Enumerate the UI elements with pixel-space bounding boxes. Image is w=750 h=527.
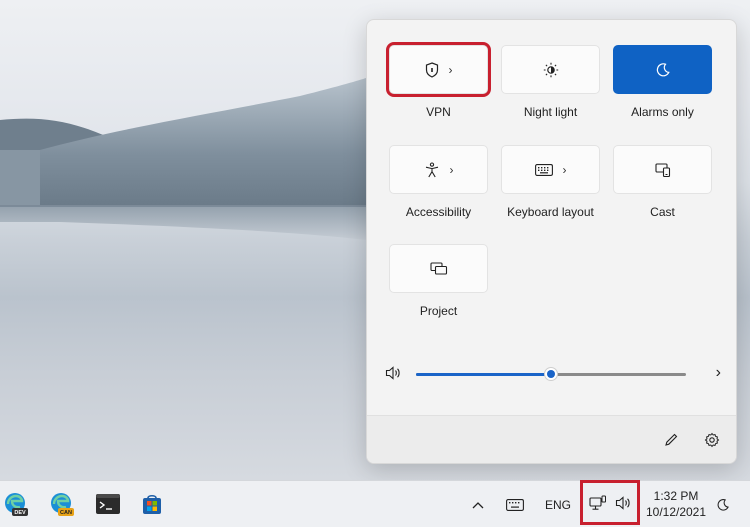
accessibility-tile-button[interactable]: › <box>389 145 488 194</box>
tile-label: Keyboard layout <box>507 205 594 219</box>
edge-canary-app-button[interactable]: CAN <box>48 490 76 518</box>
tile-cast-wrap: Cast <box>613 145 712 219</box>
focus-assist-button[interactable] <box>712 481 734 527</box>
network-volume-tray-button[interactable] <box>580 480 640 525</box>
language-indicator: ENG <box>544 497 571 512</box>
clock-time: 1:32 PM <box>653 489 699 503</box>
store-icon <box>143 494 161 514</box>
tile-label: VPN <box>426 105 451 119</box>
settings-button[interactable] <box>702 430 722 450</box>
app-badge: CAN <box>60 510 72 516</box>
tile-label: Accessibility <box>405 205 472 219</box>
volume-row: › <box>385 362 721 386</box>
tile-label: Alarms only <box>631 105 694 119</box>
keyboard-layout-tile-button[interactable]: › <box>501 145 600 194</box>
project-tile-button[interactable] <box>389 244 488 293</box>
show-hidden-icons-button[interactable] <box>468 481 488 527</box>
chevron-right-icon: › <box>449 162 454 177</box>
tile-label: Project <box>419 304 458 318</box>
tile-accessibility-wrap: › Accessibility <box>389 145 488 219</box>
taskbar: DEV CAN ENG 1:32 PM 10/12/2021 <box>0 480 750 527</box>
moon-icon <box>717 498 729 511</box>
brightness-icon <box>543 62 558 77</box>
network-icon <box>589 495 606 510</box>
clock-date: 10/12/2021 <box>645 505 707 519</box>
night-light-tile-button[interactable] <box>501 45 600 94</box>
tile-project-wrap: Project <box>389 244 488 318</box>
shield-icon <box>425 61 438 78</box>
tile-night-light-wrap: Night light <box>501 45 600 119</box>
tile-keyboard-layout-wrap: › Keyboard layout <box>501 145 600 219</box>
moon-icon <box>656 62 670 76</box>
volume-slider-fill <box>416 373 551 376</box>
tile-alarms-only-wrap: Alarms only <box>613 45 712 119</box>
quick-settings-panel: › VPN Night light Alarms only › Accessib… <box>366 19 737 464</box>
gear-icon <box>704 432 720 448</box>
edge-dev-app-button[interactable]: DEV <box>2 490 30 518</box>
touch-keyboard-button[interactable] <box>502 481 528 527</box>
quick-settings-footer <box>367 415 736 463</box>
speaker-icon <box>615 495 630 510</box>
cast-tile-button[interactable] <box>613 145 712 194</box>
tile-vpn-wrap: › VPN <box>386 42 491 119</box>
accessibility-icon <box>425 161 438 177</box>
keyboard-icon <box>506 498 524 511</box>
tile-label: Night light <box>523 105 578 119</box>
cast-icon <box>654 162 670 177</box>
project-icon <box>429 261 447 275</box>
alarms-only-tile-button[interactable] <box>613 45 712 94</box>
chevron-up-icon <box>472 501 484 508</box>
app-badge: DEV <box>14 510 26 516</box>
edit-quick-settings-button[interactable] <box>661 430 681 450</box>
pencil-icon <box>665 433 678 446</box>
keyboard-icon <box>534 163 553 176</box>
edge-canary-icon: CAN <box>51 493 74 516</box>
chevron-right-icon: › <box>562 162 567 177</box>
volume-slider-thumb[interactable] <box>544 367 558 381</box>
microsoft-store-app-button[interactable] <box>138 490 166 518</box>
chevron-right-icon: › <box>448 62 453 77</box>
vpn-tile-button[interactable]: › <box>386 42 491 97</box>
edge-dev-icon: DEV <box>5 493 28 516</box>
terminal-app-button[interactable] <box>94 490 122 518</box>
input-language-button[interactable]: ENG <box>540 481 576 527</box>
clock-button[interactable]: 1:32 PM 10/12/2021 <box>640 488 712 520</box>
terminal-icon <box>96 494 120 514</box>
tile-label: Cast <box>650 205 675 219</box>
chevron-right-icon[interactable]: › <box>716 364 721 382</box>
speaker-icon[interactable] <box>385 366 401 380</box>
